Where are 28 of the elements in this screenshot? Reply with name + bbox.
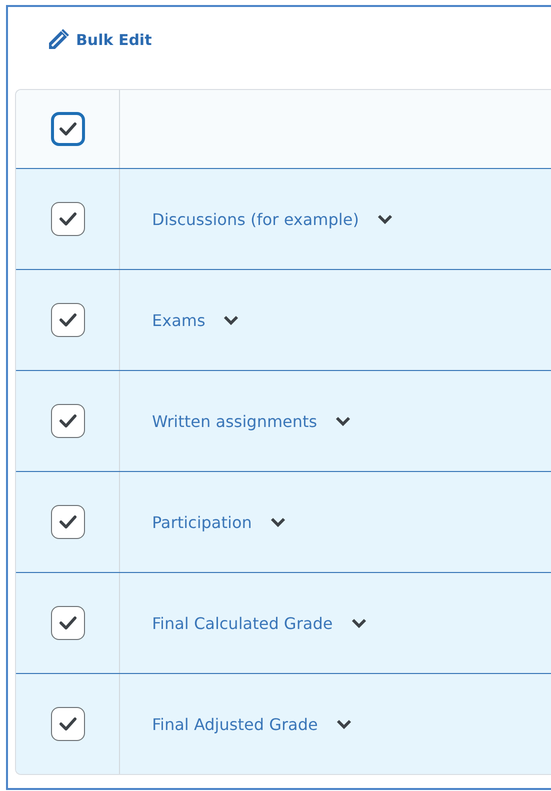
pencil-icon bbox=[46, 28, 70, 52]
category-link[interactable]: Discussions (for example) bbox=[152, 210, 359, 228]
check-icon bbox=[58, 616, 76, 630]
category-link[interactable]: Final Adjusted Grade bbox=[152, 714, 318, 734]
check-icon bbox=[58, 313, 76, 327]
bulk-edit-button[interactable]: Bulk Edit bbox=[44, 24, 154, 56]
checkbox[interactable] bbox=[50, 505, 84, 539]
category-link[interactable]: Participation bbox=[152, 512, 252, 532]
chevron-down-icon[interactable] bbox=[223, 315, 240, 325]
chevron-down-icon[interactable] bbox=[336, 719, 352, 729]
category-link[interactable]: Final Calculated Grade bbox=[152, 614, 333, 632]
chevron-down-icon[interactable] bbox=[376, 214, 393, 224]
checkbox[interactable] bbox=[50, 707, 84, 741]
checkbox[interactable] bbox=[50, 404, 84, 438]
checkbox[interactable] bbox=[50, 303, 84, 337]
check-icon bbox=[58, 414, 76, 428]
check-icon bbox=[58, 122, 76, 136]
category-link[interactable]: Exams bbox=[152, 310, 206, 330]
check-icon bbox=[58, 717, 76, 731]
check-icon bbox=[58, 212, 76, 226]
check-icon bbox=[58, 515, 76, 529]
chevron-down-icon[interactable] bbox=[350, 618, 367, 628]
category-link[interactable]: Written assignments bbox=[152, 412, 318, 430]
chevron-down-icon[interactable] bbox=[335, 416, 352, 426]
checkbox[interactable] bbox=[50, 202, 84, 236]
checkbox[interactable] bbox=[50, 112, 84, 146]
checkbox[interactable] bbox=[50, 606, 84, 640]
chevron-down-icon[interactable] bbox=[270, 517, 286, 527]
